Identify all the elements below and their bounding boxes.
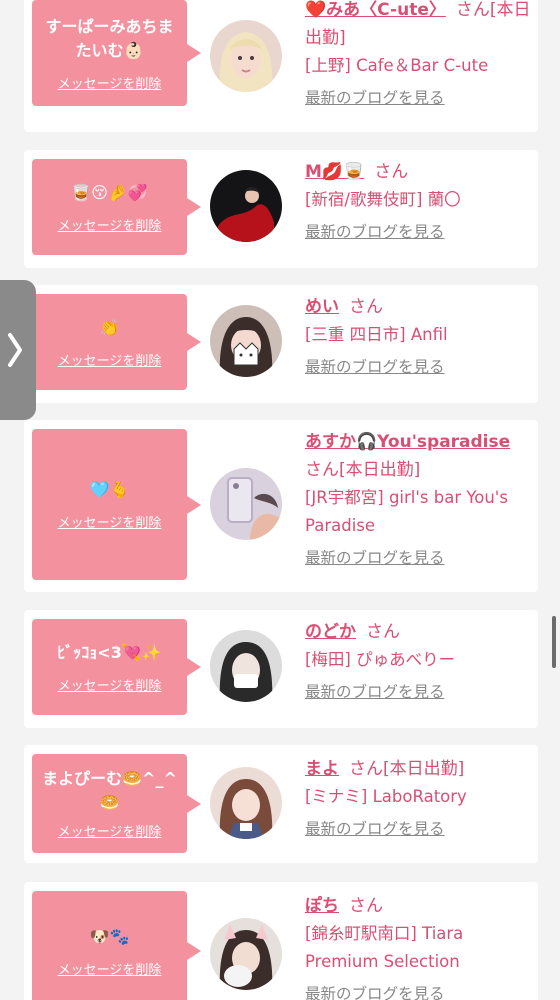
chevron-right-icon	[7, 333, 23, 367]
cast-name-link[interactable]: ぽち	[305, 896, 339, 916]
avatar[interactable]	[210, 767, 282, 839]
message-bubble: 🥃😚🤌💞 メッセージを削除	[32, 159, 201, 255]
cast-name-link[interactable]: ❤️みあ〈C-ute〉	[305, 0, 446, 20]
delete-message-link[interactable]: メッセージを削除	[58, 959, 162, 978]
message-text: すーぱーみあちまたいむ👶🏻	[45, 16, 174, 60]
post-card: まよぴーむ🥯^_^🥯 メッセージを削除 まよ さん[本日出勤] [ミナミ] Lab…	[24, 745, 538, 863]
message-bubble: 🩵🫰 メッセージを削除	[32, 429, 201, 580]
honorific: さん	[349, 896, 383, 916]
delete-message-link[interactable]: メッセージを削除	[58, 675, 162, 694]
message-bubble: ﾋﾞｯｺｮ<3💘✨ メッセージを削除	[32, 619, 201, 715]
message-text: 🐶🐾	[89, 926, 130, 946]
shop-name: [梅田] ぴゅあべりー	[305, 650, 456, 669]
latest-blog-link[interactable]: 最新のブログを見る	[305, 546, 533, 570]
shop-name: [JR宇都宮] girl's bar You's Paradise	[305, 488, 508, 535]
post-info: めい さん [三重 四日市] Anfil 最新のブログを見る	[305, 293, 533, 379]
message-bubble: 🐶🐾 メッセージを削除	[32, 891, 201, 1000]
shop-name: [三重 四日市] Anfil	[305, 325, 448, 344]
message-text: ﾋﾞｯｺｮ<3💘✨	[57, 642, 162, 662]
avatar[interactable]	[210, 468, 282, 540]
delete-message-link[interactable]: メッセージを削除	[58, 821, 162, 840]
scrollbar-thumb[interactable]	[552, 616, 556, 668]
post-card: 🥃😚🤌💞 メッセージを削除 M💋🥃 さん [新宿/歌舞伎町] 蘭〇 最新のブログを…	[24, 150, 538, 268]
post-card: 👏 メッセージを削除 めい さん [三重 四日市] Anfil 最新のブログを見る	[24, 285, 538, 403]
honorific: さん[本日出勤]	[305, 460, 421, 480]
message-text: 🩵🫰	[89, 480, 130, 499]
delete-message-link[interactable]: メッセージを削除	[58, 215, 162, 234]
honorific: さん[本日出勤]	[349, 759, 465, 779]
post-info: M💋🥃 さん [新宿/歌舞伎町] 蘭〇 最新のブログを見る	[305, 158, 533, 244]
post-card: 🩵🫰 メッセージを削除 あすか🎧You'sparadise さん[本日出勤] [J…	[24, 420, 538, 592]
latest-blog-link[interactable]: 最新のブログを見る	[305, 817, 533, 841]
latest-blog-link[interactable]: 最新のブログを見る	[305, 680, 533, 704]
post-info: ❤️みあ〈C-ute〉 さん[本日出勤] [上野] Cafe＆Bar C-ute …	[305, 0, 533, 110]
delete-message-link[interactable]: メッセージを削除	[58, 512, 162, 531]
message-bubble: 👏 メッセージを削除	[32, 294, 201, 390]
avatar[interactable]	[210, 170, 282, 242]
avatar[interactable]	[210, 918, 282, 990]
delete-message-link[interactable]: メッセージを削除	[58, 73, 162, 92]
honorific: さん	[374, 162, 409, 182]
honorific: さん	[366, 622, 400, 642]
post-card: すーぱーみあちまたいむ👶🏻 メッセージを削除 ❤️みあ〈C-ute〉 さん[本日出…	[24, 0, 538, 132]
message-feed-page: すーぱーみあちまたいむ👶🏻 メッセージを削除 ❤️みあ〈C-ute〉 さん[本日出…	[0, 0, 560, 1000]
shop-name: [ミナミ] LaboRatory	[305, 787, 467, 806]
post-info: のどか さん [梅田] ぴゅあべりー 最新のブログを見る	[305, 618, 533, 704]
delete-message-link[interactable]: メッセージを削除	[58, 350, 162, 369]
message-text: まよぴーむ🥯^_^🥯	[42, 769, 177, 812]
post-card: ﾋﾞｯｺｮ<3💘✨ メッセージを削除 のどか さん [梅田] ぴゅあべりー 最新の…	[24, 610, 538, 728]
latest-blog-link[interactable]: 最新のブログを見る	[305, 355, 533, 379]
cast-name-link[interactable]: まよ	[305, 759, 339, 779]
cast-name-link[interactable]: M💋🥃	[305, 162, 364, 182]
cast-name-link[interactable]: めい	[305, 297, 339, 317]
message-text: 🥃😚🤌💞	[71, 182, 148, 202]
shop-name: [錦糸町駅南口] Tiara Premium Selection	[305, 924, 464, 971]
shop-name: [新宿/歌舞伎町] 蘭〇	[305, 190, 461, 209]
post-info: ぽち さん [錦糸町駅南口] Tiara Premium Selection 最新…	[305, 892, 533, 1000]
message-bubble: すーぱーみあちまたいむ👶🏻 メッセージを削除	[32, 0, 201, 106]
latest-blog-link[interactable]: 最新のブログを見る	[305, 220, 533, 244]
latest-blog-link[interactable]: 最新のブログを見る	[305, 982, 533, 1000]
post-info: あすか🎧You'sparadise さん[本日出勤] [JR宇都宮] girl's…	[305, 428, 533, 570]
honorific: さん	[349, 297, 383, 317]
avatar[interactable]	[210, 305, 282, 377]
side-drawer-tab[interactable]	[0, 280, 36, 420]
cast-name-link[interactable]: のどか	[305, 622, 356, 642]
cast-name-link[interactable]: あすか🎧You'sparadise	[305, 432, 510, 452]
avatar[interactable]	[210, 630, 282, 702]
shop-name: [上野] Cafe＆Bar C-ute	[305, 56, 489, 75]
post-card: 🐶🐾 メッセージを削除 ぽち さん [錦糸町駅南口] Tiara Premium …	[24, 882, 538, 1000]
message-bubble: まよぴーむ🥯^_^🥯 メッセージを削除	[32, 754, 201, 853]
avatar[interactable]	[210, 20, 282, 92]
message-text: 👏	[99, 317, 120, 337]
post-info: まよ さん[本日出勤] [ミナミ] LaboRatory 最新のブログを見る	[305, 755, 533, 841]
latest-blog-link[interactable]: 最新のブログを見る	[305, 86, 533, 110]
